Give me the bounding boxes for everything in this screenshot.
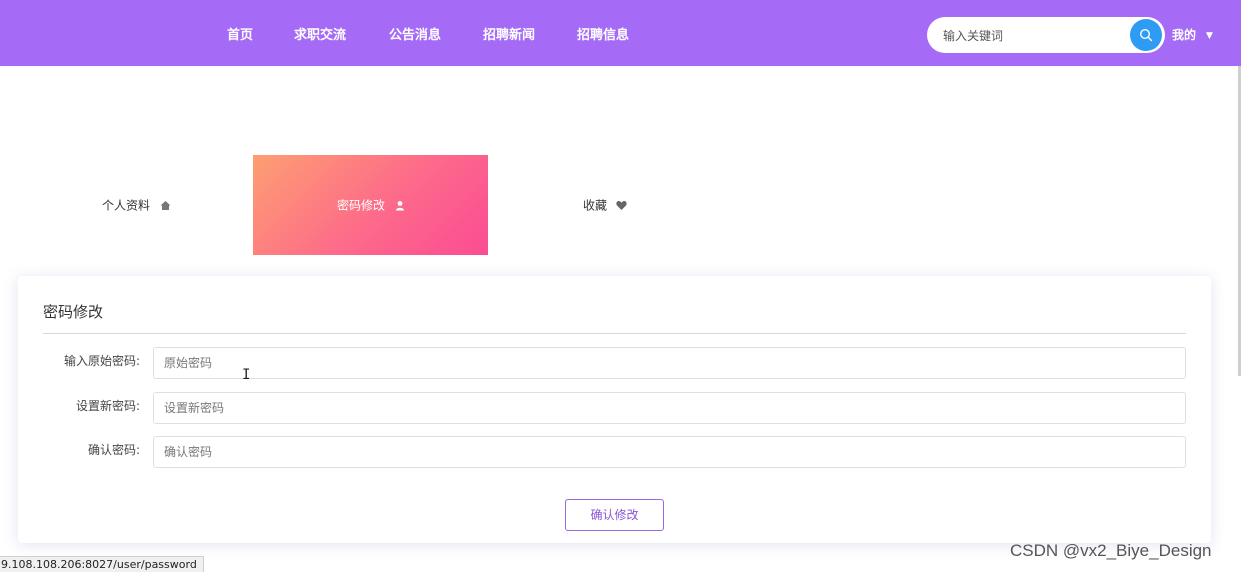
nav-item-recruitment-info[interactable]: 招聘信息	[577, 24, 629, 43]
old-password-label: 输入原始密码:	[63, 354, 140, 368]
chevron-down-icon: ▼	[1206, 30, 1213, 41]
tab-profile-label: 个人资料	[102, 197, 171, 214]
status-bar-url: 9.108.108.206:8027/user/password	[0, 556, 204, 572]
user-menu-label: 我的	[1172, 28, 1197, 42]
confirm-password-input[interactable]	[153, 436, 1186, 468]
nav-item-announcements[interactable]: 公告消息	[389, 24, 441, 43]
user-icon	[395, 201, 404, 211]
tab-password-label: 密码修改	[337, 197, 405, 214]
card-title: 密码修改	[43, 303, 104, 321]
confirm-change-button[interactable]: 确认修改	[565, 499, 664, 531]
tab-password[interactable]: 密码修改	[253, 155, 488, 255]
nav-item-recruitment-news[interactable]: 招聘新闻	[483, 24, 535, 43]
old-password-input[interactable]	[153, 347, 1186, 379]
tab-favorites[interactable]: 收藏	[488, 155, 723, 255]
divider	[43, 333, 1186, 334]
top-nav-bar: 首页 求职交流 公告消息 招聘新闻 招聘信息 我的 ▼	[0, 0, 1241, 66]
tab-profile[interactable]: 个人资料	[18, 155, 253, 255]
password-change-card: 密码修改 输入原始密码: 设置新密码: 确认密码: 确认修改	[18, 276, 1211, 543]
search-button[interactable]	[1130, 19, 1162, 51]
search-input[interactable]	[941, 17, 1135, 55]
tab-favorites-label: 收藏	[583, 197, 627, 214]
search-icon	[1139, 28, 1153, 42]
nav-item-job-exchange[interactable]: 求职交流	[294, 24, 346, 43]
heart-icon	[616, 200, 627, 210]
watermark: CSDN @vx2_Biye_Design	[1010, 541, 1212, 560]
home-icon	[160, 201, 171, 210]
confirm-password-label: 确认密码:	[87, 443, 140, 457]
nav-item-home[interactable]: 首页	[227, 24, 253, 43]
text-cursor-icon: I	[242, 367, 251, 383]
new-password-input[interactable]	[153, 392, 1186, 424]
new-password-label: 设置新密码:	[75, 399, 140, 413]
user-menu[interactable]: 我的 ▼	[1172, 26, 1213, 43]
